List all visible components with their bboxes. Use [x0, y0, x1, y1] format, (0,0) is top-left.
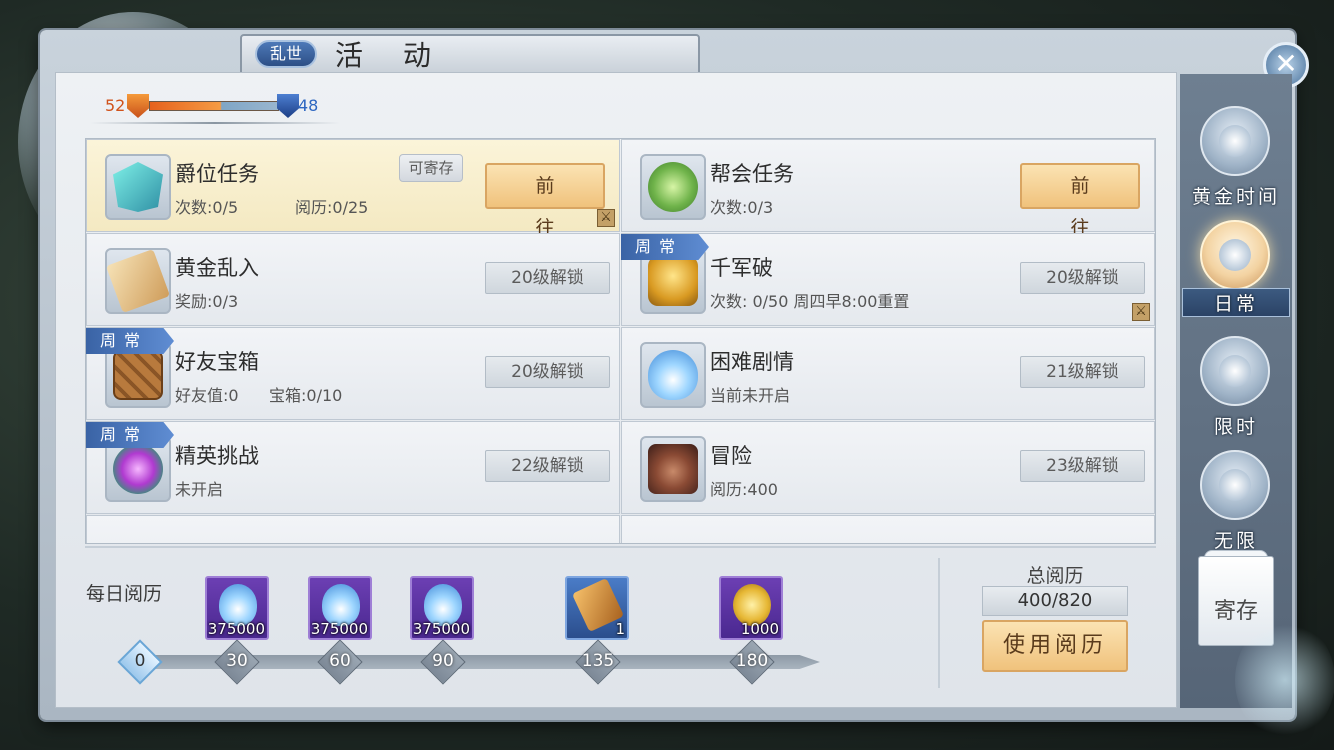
total-exp-label: 总阅历 [1026, 565, 1084, 587]
activity-name: 冒险 [710, 444, 752, 468]
divider [938, 558, 940, 688]
red-shield-icon [127, 94, 149, 118]
storable-badge: 可寄存 [399, 154, 463, 182]
faction-progress-track [149, 101, 279, 111]
activity-chest-count: 宝箱:0/10 [269, 386, 343, 405]
tab-unlimited[interactable]: 无限 [1180, 442, 1292, 554]
reward-chest-180[interactable]: 1000 [719, 576, 783, 640]
reward-quantity: 375000 [310, 620, 368, 638]
faction-balance-bar: 52 48 [105, 92, 335, 120]
unlock-level-button[interactable]: 21级解锁 [1020, 356, 1145, 388]
activity-card-partial[interactable] [86, 515, 620, 543]
activity-card-huangjinluanru[interactable]: 黄金乱入 奖励:0/3 20级解锁 [86, 233, 620, 326]
reward-chest-90[interactable]: 375000 [410, 576, 474, 640]
activity-name: 黄金乱入 [175, 256, 259, 280]
activity-exp: 阅历:400 [710, 480, 778, 499]
daily-exp-label: 每日阅历 [86, 583, 163, 605]
milestone-label: 60 [329, 651, 351, 671]
reward-quantity: 375000 [207, 620, 265, 638]
divider [85, 546, 1156, 548]
reward-chest-135[interactable]: 1 [565, 576, 629, 640]
unlock-level-button[interactable]: 22级解锁 [485, 450, 610, 482]
tab-label: 黄金时间 [1191, 186, 1280, 208]
activity-count: 次数: 0/50 周四早8:00重置 [710, 292, 910, 311]
dragon-emblem-icon [1200, 106, 1270, 176]
weekly-tag: 周常 [86, 422, 174, 448]
tab-label: 限时 [1213, 416, 1258, 438]
server-tag: 乱世 [255, 40, 317, 68]
activity-name: 困难剧情 [710, 350, 794, 374]
activity-count: 次数:0/5 [175, 198, 239, 217]
activity-exp: 阅历:0/25 [295, 198, 369, 217]
jade-disc-icon [640, 154, 706, 220]
total-exp-value: 400/820 [982, 586, 1128, 616]
activity-card-jueweirenwu[interactable]: 爵位任务 次数:0/5 阅历:0/25 可寄存 前往 ⚔ [86, 139, 620, 239]
reward-chest-60[interactable]: 375000 [308, 576, 372, 640]
activity-list[interactable]: 爵位任务 次数:0/5 阅历:0/25 可寄存 前往 ⚔ 帮会任务 次数:0/3… [85, 138, 1156, 544]
blue-flame-icon [640, 342, 706, 408]
crossed-swords-icon: ⚔ [1132, 303, 1150, 321]
go-button[interactable]: 前往 [1020, 163, 1140, 239]
activity-card-partial[interactable] [621, 515, 1155, 543]
activity-name: 爵位任务 [175, 162, 259, 186]
dragon-emblem-icon [1200, 450, 1270, 520]
crossed-swords-icon: ⚔ [597, 209, 615, 227]
scroll-icon [105, 248, 171, 314]
reward-quantity: 1000 [740, 620, 779, 638]
faction-left-value: 52 [105, 96, 126, 115]
activity-card-maoxian[interactable]: 冒险 阅历:400 23级解锁 [621, 421, 1155, 514]
weekly-tag: 周常 [86, 328, 174, 354]
reward-quantity: 1 [615, 620, 625, 638]
reward-quantity: 375000 [412, 620, 470, 638]
milestone-label: 90 [432, 651, 454, 671]
weekly-tag: 周常 [621, 234, 709, 260]
milestone-label: 135 [581, 651, 615, 671]
tab-limited[interactable]: 限时 [1180, 328, 1292, 440]
divider [90, 122, 340, 124]
milestone-label: 30 [226, 651, 248, 671]
go-button[interactable]: 前往 [485, 163, 605, 239]
activity-status: 当前未开启 [710, 386, 791, 405]
unlock-level-button[interactable]: 20级解锁 [485, 356, 610, 388]
tab-daily[interactable]: 日常 [1180, 212, 1292, 324]
tab-label: 无限 [1213, 530, 1258, 552]
tab-golden-time[interactable]: 黄金时间 [1180, 98, 1292, 210]
unlock-level-button[interactable]: 23级解锁 [1020, 450, 1145, 482]
activity-friend-value: 好友值:0 [175, 386, 239, 405]
activity-count: 次数:0/3 [710, 198, 774, 217]
faction-right-value: 48 [298, 96, 319, 115]
dragon-emblem-icon [1200, 220, 1270, 290]
use-exp-button[interactable]: 使用阅历 [982, 620, 1128, 672]
activity-name: 好友宝箱 [175, 350, 259, 374]
unlock-level-button[interactable]: 20级解锁 [485, 262, 610, 294]
dragon-ornament-right [1235, 620, 1334, 740]
reward-chest-30[interactable]: 375000 [205, 576, 269, 640]
activity-reward: 奖励:0/3 [175, 292, 239, 311]
activity-name: 精英挑战 [175, 444, 259, 468]
milestone-label: 180 [735, 651, 769, 671]
crystal-shield-icon [105, 154, 171, 220]
page-title: 活动 [335, 39, 472, 72]
activity-name: 帮会任务 [710, 162, 794, 186]
activity-name: 千军破 [710, 256, 773, 280]
warrior-portrait-icon [640, 436, 706, 502]
dragon-emblem-icon [1200, 336, 1270, 406]
tab-label: 日常 [1182, 288, 1290, 317]
unlock-level-button[interactable]: 20级解锁 [1020, 262, 1145, 294]
milestone-label: 0 [134, 651, 146, 671]
activity-status: 未开启 [175, 480, 224, 499]
activity-card-kunnanjuqing[interactable]: 困难剧情 当前未开启 21级解锁 [621, 327, 1155, 420]
blue-shield-icon [277, 94, 299, 118]
activity-card-banghuirenwu[interactable]: 帮会任务 次数:0/3 前往 [621, 139, 1155, 239]
